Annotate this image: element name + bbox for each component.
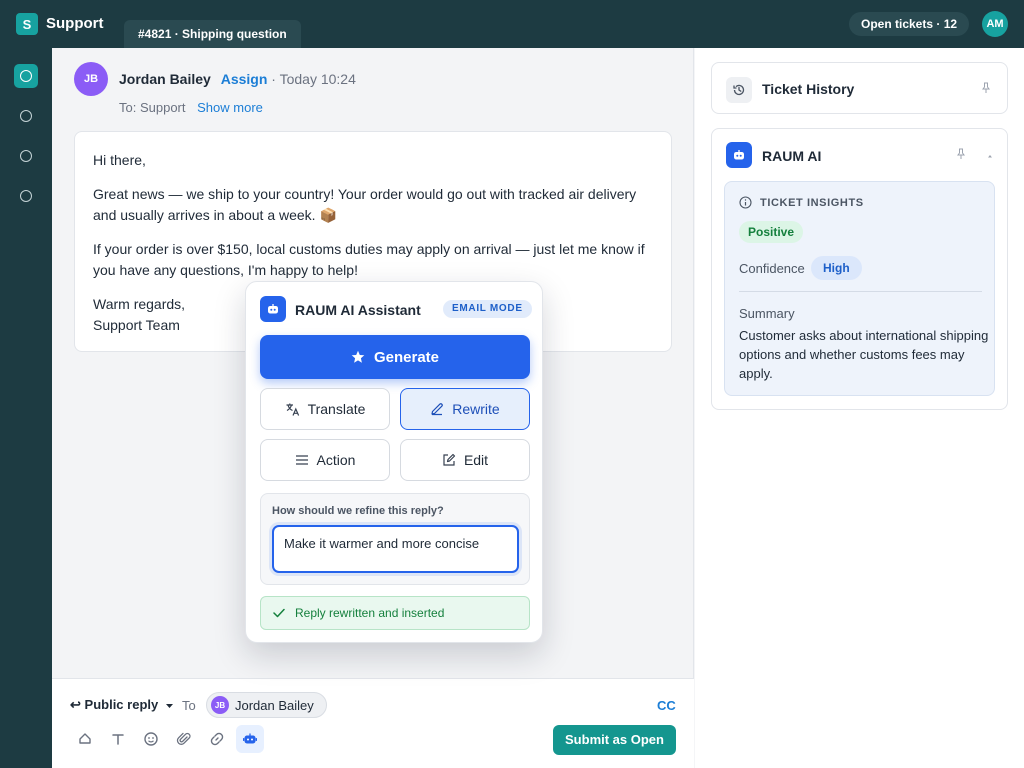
sender-name: Jordan Bailey: [119, 71, 211, 87]
left-nav-rail: [0, 48, 52, 768]
insights-heading-label: TICKET INSIGHTS: [760, 196, 864, 209]
message-header: Jordan Bailey Assign · Today 10:24: [119, 71, 356, 87]
macro-icon[interactable]: [71, 725, 99, 753]
top-bar: S Support #4821 · Shipping question Open…: [0, 0, 1024, 48]
pencil-icon: [431, 403, 444, 416]
edit-icon: [443, 453, 456, 466]
to-label: To: [182, 698, 196, 713]
translate-label: Translate: [307, 401, 366, 417]
nav-item-icon[interactable]: [14, 104, 38, 128]
action-button[interactable]: Action: [260, 439, 390, 481]
refine-section: How should we refine this reply? Make it…: [260, 493, 530, 585]
ai-panel-title: RAUM AI: [762, 148, 822, 164]
rewrite-button[interactable]: Rewrite: [400, 388, 530, 430]
translate-button[interactable]: Translate: [260, 388, 390, 430]
confidence-label: Confidence: [739, 261, 805, 276]
refine-input[interactable]: Make it warmer and more concise: [272, 525, 519, 573]
status-message: Reply rewritten and inserted: [260, 596, 530, 630]
robot-icon: [726, 142, 752, 168]
insights-heading: TICKET INSIGHTS: [739, 196, 864, 209]
generate-label: Generate: [373, 348, 440, 366]
check-icon: [273, 608, 285, 618]
assistant-title: RAUM AI Assistant: [295, 302, 421, 318]
text-format-icon[interactable]: [104, 725, 132, 753]
message-time: · Today 10:24: [271, 71, 356, 87]
info-icon: [739, 196, 752, 209]
divider: [739, 291, 982, 292]
open-tickets-badge[interactable]: Open tickets · 12: [849, 12, 970, 36]
sentiment-badge: Positive: [739, 221, 804, 243]
right-sidebar: Ticket History RAUM AI TICKET INSIGHTS P…: [695, 48, 1024, 768]
translate-icon: [286, 403, 299, 416]
raum-ai-card: RAUM AI TICKET INSIGHTS Positive Confide…: [711, 128, 1008, 410]
reply-composer: ↩ Public reply To JB Jordan Bailey CC Su…: [52, 678, 694, 768]
star-icon: [351, 350, 365, 363]
recipient-avatar: JB: [211, 696, 229, 714]
nav-home-icon[interactable]: [14, 64, 38, 88]
show-more-link[interactable]: Show more: [197, 100, 263, 115]
nav-item-icon[interactable]: [14, 184, 38, 208]
recipient-chip[interactable]: JB Jordan Bailey: [206, 692, 327, 718]
summary-label: Summary: [739, 306, 795, 321]
tab-ticket[interactable]: #4821 · Shipping question: [124, 20, 301, 48]
generate-button[interactable]: Generate: [260, 335, 530, 379]
confidence-badge: High: [811, 256, 862, 280]
rewrite-label: Rewrite: [452, 401, 500, 417]
summary-text: Customer asks about international shippi…: [739, 328, 989, 381]
to-text: To: Support: [119, 100, 186, 115]
app-name: Support: [46, 15, 104, 32]
recipient-name: Jordan Bailey: [235, 697, 314, 713]
assign-link[interactable]: Assign: [221, 71, 268, 87]
refine-label: How should we refine this reply?: [272, 505, 444, 517]
email-paragraph: If your order is over $150, local custom…: [93, 241, 645, 278]
pin-icon[interactable]: [980, 81, 992, 95]
emoji-icon[interactable]: [137, 725, 165, 753]
history-title: Ticket History: [762, 81, 855, 97]
reply-type-dropdown[interactable]: ↩ Public reply: [70, 697, 174, 713]
ticket-insights: TICKET INSIGHTS Positive Confidence High…: [724, 181, 995, 396]
app-logo[interactable]: S: [16, 13, 38, 35]
edit-button[interactable]: Edit: [400, 439, 530, 481]
history-icon: [726, 77, 752, 103]
user-avatar[interactable]: AM: [982, 11, 1008, 37]
email-greeting: Hi there,: [93, 152, 146, 168]
attachment-icon[interactable]: [170, 725, 198, 753]
ai-assistant-popup: RAUM AI Assistant EMAIL MODE Generate Tr…: [245, 281, 543, 643]
menu-icon: [295, 455, 308, 465]
robot-icon: [260, 296, 286, 322]
reply-arrow-icon: ↩: [70, 697, 81, 712]
sender-avatar: JB: [74, 62, 108, 96]
collapse-icon[interactable]: [984, 149, 996, 163]
nav-item-icon[interactable]: [14, 144, 38, 168]
mode-badge: EMAIL MODE: [443, 300, 532, 318]
link-icon[interactable]: [203, 725, 231, 753]
ticket-history-card[interactable]: Ticket History: [711, 62, 1008, 114]
message-recipients: To: Support Show more: [119, 100, 263, 115]
email-paragraph: Great news — we ship to your country! Yo…: [93, 186, 637, 223]
chevron-down-icon: [165, 704, 173, 708]
ai-assistant-icon[interactable]: [236, 725, 264, 753]
edit-label: Edit: [463, 452, 489, 468]
pin-icon[interactable]: [955, 147, 967, 161]
status-text: Reply rewritten and inserted: [295, 606, 445, 620]
action-label: Action: [316, 452, 356, 468]
reply-type-label: Public reply: [84, 697, 159, 712]
submit-button[interactable]: Submit as Open: [553, 725, 676, 755]
cc-button[interactable]: CC: [657, 698, 676, 713]
